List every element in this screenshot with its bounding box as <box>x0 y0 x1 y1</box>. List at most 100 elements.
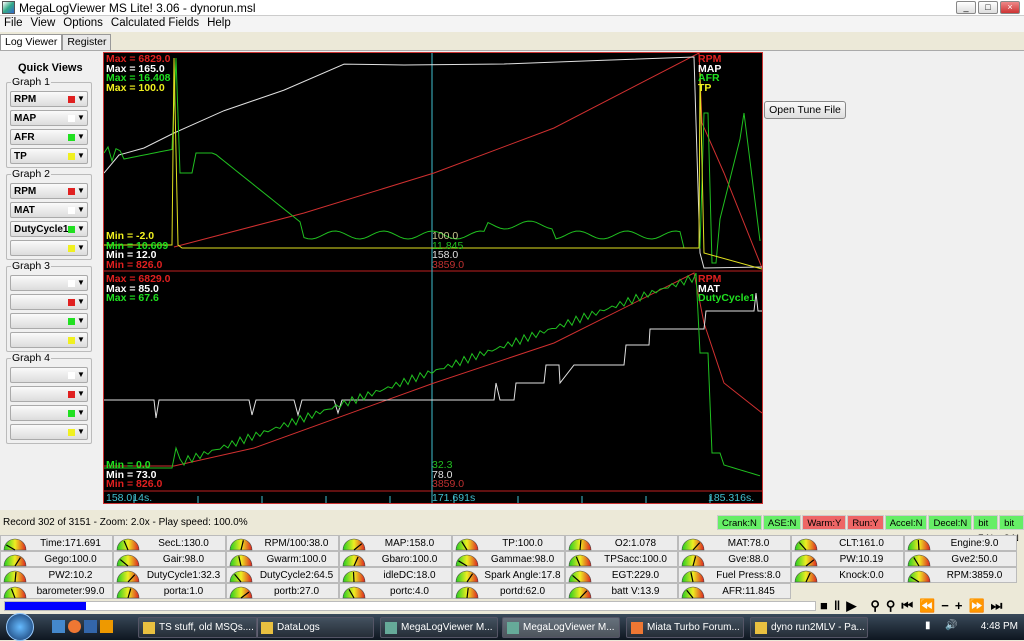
taskbar-item[interactable]: Miata Turbo Forum... <box>626 617 744 638</box>
taskbar-item[interactable]: TS stuff, old MSQs.... <box>138 617 258 638</box>
taskbar-item-label: MegaLogViewer M... <box>401 622 493 633</box>
field-selector[interactable]: RPM ▼ <box>10 91 88 107</box>
gauge[interactable]: RPM/100:38.0 <box>226 535 339 551</box>
menu-calculated-fields[interactable]: Calculated Fields <box>107 16 203 32</box>
gauge[interactable]: RPM:3859.0 <box>904 567 1017 583</box>
field-selector[interactable]: ▼ <box>10 367 88 383</box>
minus-icon[interactable]: − <box>941 598 949 614</box>
gauge[interactable]: Gair:98.0 <box>113 551 226 567</box>
field-selector[interactable]: DutyCycle1 ▼ <box>10 221 88 237</box>
field-selector[interactable]: AFR ▼ <box>10 129 88 145</box>
gauge[interactable]: Gve2:50.0 <box>904 551 1017 567</box>
gauge[interactable]: DutyCycle1:32.3 <box>113 567 226 583</box>
graph-group-label: Graph 2 <box>11 168 51 180</box>
gauge-value: Gve:88.0 <box>728 554 769 565</box>
gauge[interactable]: idleDC:18.0 <box>339 567 452 583</box>
field-selector[interactable]: ▼ <box>10 405 88 421</box>
color-swatch <box>68 96 75 103</box>
gauge[interactable]: TP:100.0 <box>452 535 565 551</box>
menu-view[interactable]: View <box>27 16 60 32</box>
tab-register[interactable]: Register <box>62 34 112 50</box>
field-selector[interactable]: ▼ <box>10 424 88 440</box>
field-selector[interactable]: RPM ▼ <box>10 183 88 199</box>
gauge[interactable]: portb:27.0 <box>226 583 339 599</box>
zoom-in-icon[interactable]: ⚲ <box>886 598 896 614</box>
gauge-dial-icon <box>794 538 818 551</box>
window-switch-icon[interactable] <box>84 620 97 633</box>
gauge[interactable]: Gammae:98.0 <box>452 551 565 567</box>
gauge[interactable]: CLT:161.0 <box>791 535 904 551</box>
gauge[interactable]: O2:1.078 <box>565 535 678 551</box>
menu-help[interactable]: Help <box>203 16 235 32</box>
gauge[interactable]: MAT:78.0 <box>678 535 791 551</box>
taskbar-item[interactable]: MegaLogViewer M... <box>380 617 498 638</box>
gauge[interactable]: portc:4.0 <box>339 583 452 599</box>
gauge[interactable]: Gbaro:100.0 <box>339 551 452 567</box>
close-button[interactable]: × <box>1000 1 1020 14</box>
gauge[interactable]: Time:171.691 <box>0 535 113 551</box>
tab-log-viewer[interactable]: Log Viewer <box>0 34 63 50</box>
taskbar-item-label: TS stuff, old MSQs.... <box>159 622 254 633</box>
graph2-rpm-trace <box>104 272 762 467</box>
skip-end-icon[interactable]: ⏭ <box>991 598 1003 614</box>
taskbar-item[interactable]: MegaLogViewer M... <box>502 617 620 638</box>
gauge[interactable]: Engine:9.0 <box>904 535 1017 551</box>
maximize-button[interactable]: □ <box>978 1 998 14</box>
media-icon[interactable] <box>100 620 113 633</box>
gauge-dial-icon <box>342 570 366 583</box>
gauge[interactable]: batt V:13.9 <box>565 583 678 599</box>
stop-icon[interactable]: ■ <box>820 598 828 614</box>
start-button[interactable] <box>6 613 34 641</box>
gauge[interactable]: AFR:11.845 <box>678 583 791 599</box>
field-selector[interactable]: ▼ <box>10 332 88 348</box>
firefox-icon[interactable] <box>68 620 81 633</box>
gauge[interactable]: PW2:10.2 <box>0 567 113 583</box>
field-selector[interactable]: MAT ▼ <box>10 202 88 218</box>
volume-icon[interactable]: 🔊 <box>945 620 957 631</box>
network-icon[interactable]: ▮ <box>925 620 931 631</box>
gauge[interactable]: porta:1.0 <box>113 583 226 599</box>
menu-file[interactable]: File <box>0 16 27 32</box>
taskbar-item[interactable]: dyno run2MLV - Pa... <box>750 617 868 638</box>
gauge[interactable]: Fuel Press:8.0 <box>678 567 791 583</box>
show-desktop-icon[interactable] <box>52 620 65 633</box>
field-selector[interactable]: ▼ <box>10 313 88 329</box>
menu-options[interactable]: Options <box>59 16 107 32</box>
gauge-dial-icon <box>116 554 140 567</box>
pause-icon[interactable]: ‖ <box>834 598 840 614</box>
gauge[interactable]: Gwarm:100.0 <box>226 551 339 567</box>
gauge[interactable]: EGT:229.0 <box>565 567 678 583</box>
gauge[interactable]: Knock:0.0 <box>791 567 904 583</box>
rewind-icon[interactable]: ⏪ <box>919 598 935 614</box>
gauge[interactable]: SecL:130.0 <box>113 535 226 551</box>
gauge-value: idleDC:18.0 <box>383 570 436 581</box>
playback-progress-bar[interactable] <box>4 601 816 611</box>
gauge-value: Engine:9.0 <box>950 538 999 549</box>
field-selector[interactable]: ▼ <box>10 294 88 310</box>
zoom-out-icon[interactable]: ⚲ <box>870 598 880 614</box>
gauge[interactable]: barometer:99.0 <box>0 583 113 599</box>
gauge[interactable]: Gve:88.0 <box>678 551 791 567</box>
field-selector[interactable]: TP ▼ <box>10 148 88 164</box>
clock[interactable]: 4:48 PM <box>981 621 1018 632</box>
gauge[interactable]: Gego:100.0 <box>0 551 113 567</box>
gauge[interactable]: DutyCycle2:64.5 <box>226 567 339 583</box>
field-selector[interactable]: ▼ <box>10 386 88 402</box>
graph2-mat-trace <box>104 292 762 419</box>
skip-start-icon[interactable]: ⏮ <box>901 598 913 614</box>
field-selector[interactable]: ▼ <box>10 275 88 291</box>
gauge[interactable]: portd:62.0 <box>452 583 565 599</box>
gauge[interactable]: Spark Angle:17.8 <box>452 567 565 583</box>
gauge[interactable]: TPSacc:100.0 <box>565 551 678 567</box>
minimize-button[interactable]: _ <box>956 1 976 14</box>
taskbar-item[interactable]: DataLogs <box>256 617 374 638</box>
field-selector[interactable]: ▼ <box>10 240 88 256</box>
field-selector[interactable]: MAP ▼ <box>10 110 88 126</box>
fast-forward-icon[interactable]: ⏩ <box>968 598 984 614</box>
gauge[interactable]: PW:10.19 <box>791 551 904 567</box>
log-graph-area[interactable]: Max = 6829.0 Max = 165.0 Max = 16.408 Max =… <box>103 52 763 504</box>
plus-icon[interactable]: + <box>955 598 963 614</box>
play-icon[interactable]: ▶ <box>846 598 856 614</box>
gauge[interactable]: MAP:158.0 <box>339 535 452 551</box>
open-tune-file-button[interactable]: Open Tune File <box>764 101 846 119</box>
